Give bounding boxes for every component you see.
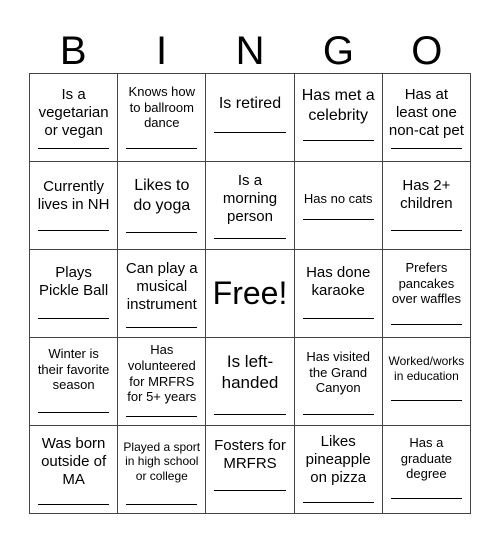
signature-line (390, 230, 462, 231)
cell-text: Has visited the Grand Canyon (306, 349, 370, 396)
cell-text: Is left-handed (221, 352, 279, 392)
cell-text: Has a graduate degree (400, 435, 453, 482)
signature-line (214, 238, 286, 239)
cell-text: Winter is their favorite season (37, 346, 110, 393)
signature-line (302, 502, 374, 503)
bingo-cell[interactable]: Has done karaoke (294, 250, 383, 338)
bingo-cell[interactable]: Has visited the Grand Canyon (294, 338, 383, 426)
signature-line (390, 498, 462, 499)
signature-line (38, 230, 110, 231)
signature-line (302, 140, 374, 141)
signature-line (302, 219, 374, 220)
cell-text: Can play a musical instrument (125, 259, 198, 313)
signature-line (38, 412, 110, 413)
bingo-cell[interactable]: Was born outside of MA (30, 426, 119, 514)
cell-text: Has volunteered for MRFRS for 5+ years (127, 342, 197, 405)
bingo-cell[interactable]: Plays Pickle Ball (30, 250, 119, 338)
signature-line (38, 318, 110, 319)
bingo-cell[interactable]: Worked/works in education (382, 338, 471, 426)
cell-text: Is a morning person (222, 171, 278, 225)
bingo-cell[interactable]: Played a sport in high school or college (118, 426, 207, 514)
header-letter-i: I (156, 29, 168, 73)
bingo-cell[interactable]: Has volunteered for MRFRS for 5+ years (118, 338, 207, 426)
bingo-cell[interactable]: Fosters for MRFRS (206, 426, 295, 514)
signature-line (126, 416, 198, 417)
bingo-cell[interactable]: Likes pineapple on pizza (294, 426, 383, 514)
bingo-cell[interactable]: Has no cats (294, 162, 383, 250)
header-letter-g: G (322, 29, 354, 73)
cell-text: Has 2+ children (400, 176, 453, 212)
cell-text: Prefers pancakes over waffles (391, 260, 461, 307)
cell-text: Is a vegetarian or vegan (38, 85, 109, 139)
free-space[interactable]: Free! (206, 250, 295, 338)
cell-text: Likes pineapple on pizza (305, 432, 371, 486)
signature-line (390, 148, 462, 149)
bingo-cell[interactable]: Is retired (206, 74, 295, 162)
cell-text: Played a sport in high school or college (123, 439, 201, 483)
cell-text: Fosters for MRFRS (214, 436, 286, 472)
header-letter-b: B (59, 29, 87, 73)
cell-text: Has at least one non-cat pet (388, 85, 464, 139)
bingo-cell[interactable]: Has 2+ children (382, 162, 471, 250)
cell-text: Knows how to ballroom dance (128, 84, 196, 131)
cell-text: Worked/works in education (388, 354, 465, 383)
bingo-cell[interactable]: Is left-handed (206, 338, 295, 426)
cell-text: Has no cats (303, 190, 373, 206)
bingo-cell[interactable]: Winter is their favorite season (30, 338, 119, 426)
cell-text: Likes to do yoga (133, 177, 191, 214)
signature-line (214, 132, 286, 133)
cell-text: Free! (212, 275, 288, 312)
bingo-header: B I N G O (29, 28, 471, 74)
cell-text: Plays Pickle Ball (38, 263, 109, 299)
signature-line (302, 318, 374, 319)
bingo-cell[interactable]: Is a vegetarian or vegan (30, 74, 119, 162)
signature-line (126, 232, 198, 233)
header-letter-n: N (235, 29, 265, 73)
bingo-cell[interactable]: Has at least one non-cat pet (382, 74, 471, 162)
header-letter-o: O (411, 29, 443, 73)
cell-text: Is retired (218, 94, 282, 112)
bingo-cell[interactable]: Likes to do yoga (118, 162, 207, 250)
signature-line (126, 504, 198, 505)
signature-line (126, 327, 198, 328)
cell-text: Was born outside of MA (41, 434, 107, 488)
signature-line (214, 414, 286, 415)
signature-line (214, 490, 286, 491)
bingo-cell[interactable]: Has a graduate degree (382, 426, 471, 514)
bingo-grid: Is a vegetarian or vegan Knows how to ba… (29, 73, 471, 514)
bingo-cell[interactable]: Can play a musical instrument (118, 250, 207, 338)
signature-line (390, 324, 462, 325)
signature-line (38, 148, 110, 149)
bingo-cell[interactable]: Has met a celebrity (294, 74, 383, 162)
signature-line (126, 148, 198, 149)
bingo-cell[interactable]: Knows how to ballroom dance (118, 74, 207, 162)
cell-text: Has done karaoke (306, 263, 371, 299)
signature-line (38, 504, 110, 505)
cell-text: Currently lives in NH (37, 177, 110, 213)
cell-text: Has met a celebrity (301, 87, 375, 124)
signature-line (302, 414, 374, 415)
signature-line (390, 400, 462, 401)
bingo-cell[interactable]: Is a morning person (206, 162, 295, 250)
bingo-cell[interactable]: Currently lives in NH (30, 162, 119, 250)
bingo-cell[interactable]: Prefers pancakes over waffles (382, 250, 471, 338)
